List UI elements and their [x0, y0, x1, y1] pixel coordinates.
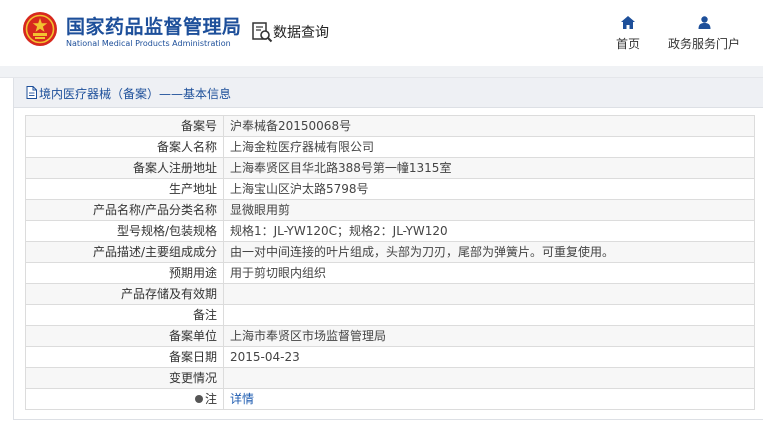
field-value: 规格1：JL-YW120C；规格2：JL-YW120 — [223, 220, 755, 242]
field-value — [223, 367, 755, 389]
table-row: 备案单位 上海市奉贤区市场监督管理局 — [25, 325, 755, 347]
field-label: 产品存储及有效期 — [25, 283, 224, 305]
field-label: 备案日期 — [25, 346, 224, 368]
field-label: 备注 — [25, 304, 224, 326]
table-row: 生产地址 上海宝山区沪太路5798号 — [25, 178, 755, 200]
table-row: 备案人名称 上海金粒医疗器械有限公司 — [25, 136, 755, 158]
user-icon — [698, 16, 710, 29]
field-value: 上海金粒医疗器械有限公司 — [223, 136, 755, 158]
field-label: 产品描述/主要组成成分 — [25, 241, 224, 263]
field-value: 显微眼用剪 — [223, 199, 755, 221]
national-emblem-logo — [23, 12, 57, 46]
table-row: 预期用途 用于剪切眼内组织 — [25, 262, 755, 284]
table-row: 注 详情 — [25, 388, 755, 410]
field-label: 备案单位 — [25, 325, 224, 347]
field-label: 变更情况 — [25, 367, 224, 389]
details-link[interactable]: 详情 — [230, 392, 254, 406]
field-label: 型号规格/包装规格 — [25, 220, 224, 242]
document-icon — [26, 86, 37, 99]
data-query-icon[interactable] — [251, 21, 273, 43]
details-cell: 详情 — [223, 388, 755, 410]
field-value: 由一对中间连接的叶片组成，头部为刀刃，尾部为弹簧片。可重复使用。 — [223, 241, 755, 263]
table-row: 备案日期 2015-04-23 — [25, 346, 755, 368]
site-header: 国家药品监督管理局 National Medical Products Admi… — [0, 0, 763, 66]
table-row: 备案号 沪奉械备20150068号 — [25, 115, 755, 137]
field-value: 用于剪切眼内组织 — [223, 262, 755, 284]
brand-title-cn: 国家药品监督管理局 — [66, 16, 242, 38]
field-label: 生产地址 — [25, 178, 224, 200]
field-label: 备案人注册地址 — [25, 157, 224, 179]
table-row: 型号规格/包装规格 规格1：JL-YW120C；规格2：JL-YW120 — [25, 220, 755, 242]
field-value: 上海奉贤区目华北路388号第一幢1315室 — [223, 157, 755, 179]
basic-info-table: 备案号 沪奉械备20150068号 备案人名称 上海金粒医疗器械有限公司 备案人… — [25, 115, 755, 410]
field-value: 沪奉械备20150068号 — [223, 115, 755, 137]
field-label: 备案人名称 — [25, 136, 224, 158]
field-label: 预期用途 — [25, 262, 224, 284]
nav-home-label: 首页 — [615, 37, 640, 51]
home-icon — [621, 16, 635, 29]
detail-panel: 境内医疗器械（备案）——基本信息 备案号 沪奉械备20150068号 备案人名称… — [13, 78, 763, 420]
nav-portal-label: 政务服务门户 — [667, 37, 740, 51]
brand-title-en: National Medical Products Administration — [66, 39, 231, 48]
data-query-link[interactable]: 数据查询 — [273, 22, 329, 42]
field-value — [223, 283, 755, 305]
table-row: 产品名称/产品分类名称 显微眼用剪 — [25, 199, 755, 221]
field-value: 上海市奉贤区市场监督管理局 — [223, 325, 755, 347]
table-row: 产品描述/主要组成成分 由一对中间连接的叶片组成，头部为刀刃，尾部为弹簧片。可重… — [25, 241, 755, 263]
header-divider-bar — [0, 66, 763, 78]
field-label: 备案号 — [25, 115, 224, 137]
table-row: 备注 — [25, 304, 755, 326]
table-row: 产品存储及有效期 — [25, 283, 755, 305]
nav-service-portal[interactable]: 政务服务门户 — [666, 16, 742, 52]
panel-title-bar: 境内医疗器械（备案）——基本信息 — [14, 78, 763, 108]
nav-home[interactable]: 首页 — [614, 16, 642, 52]
note-label-cell: 注 — [25, 388, 224, 410]
table-row: 变更情况 — [25, 367, 755, 389]
field-label: 注 — [204, 392, 217, 406]
note-bullet-icon — [194, 395, 203, 403]
panel-title: 境内医疗器械（备案）——基本信息 — [39, 87, 232, 101]
field-value — [223, 304, 755, 326]
field-value: 2015-04-23 — [223, 346, 755, 368]
table-row: 备案人注册地址 上海奉贤区目华北路388号第一幢1315室 — [25, 157, 755, 179]
field-value: 上海宝山区沪太路5798号 — [223, 178, 755, 200]
field-label: 产品名称/产品分类名称 — [25, 199, 224, 221]
